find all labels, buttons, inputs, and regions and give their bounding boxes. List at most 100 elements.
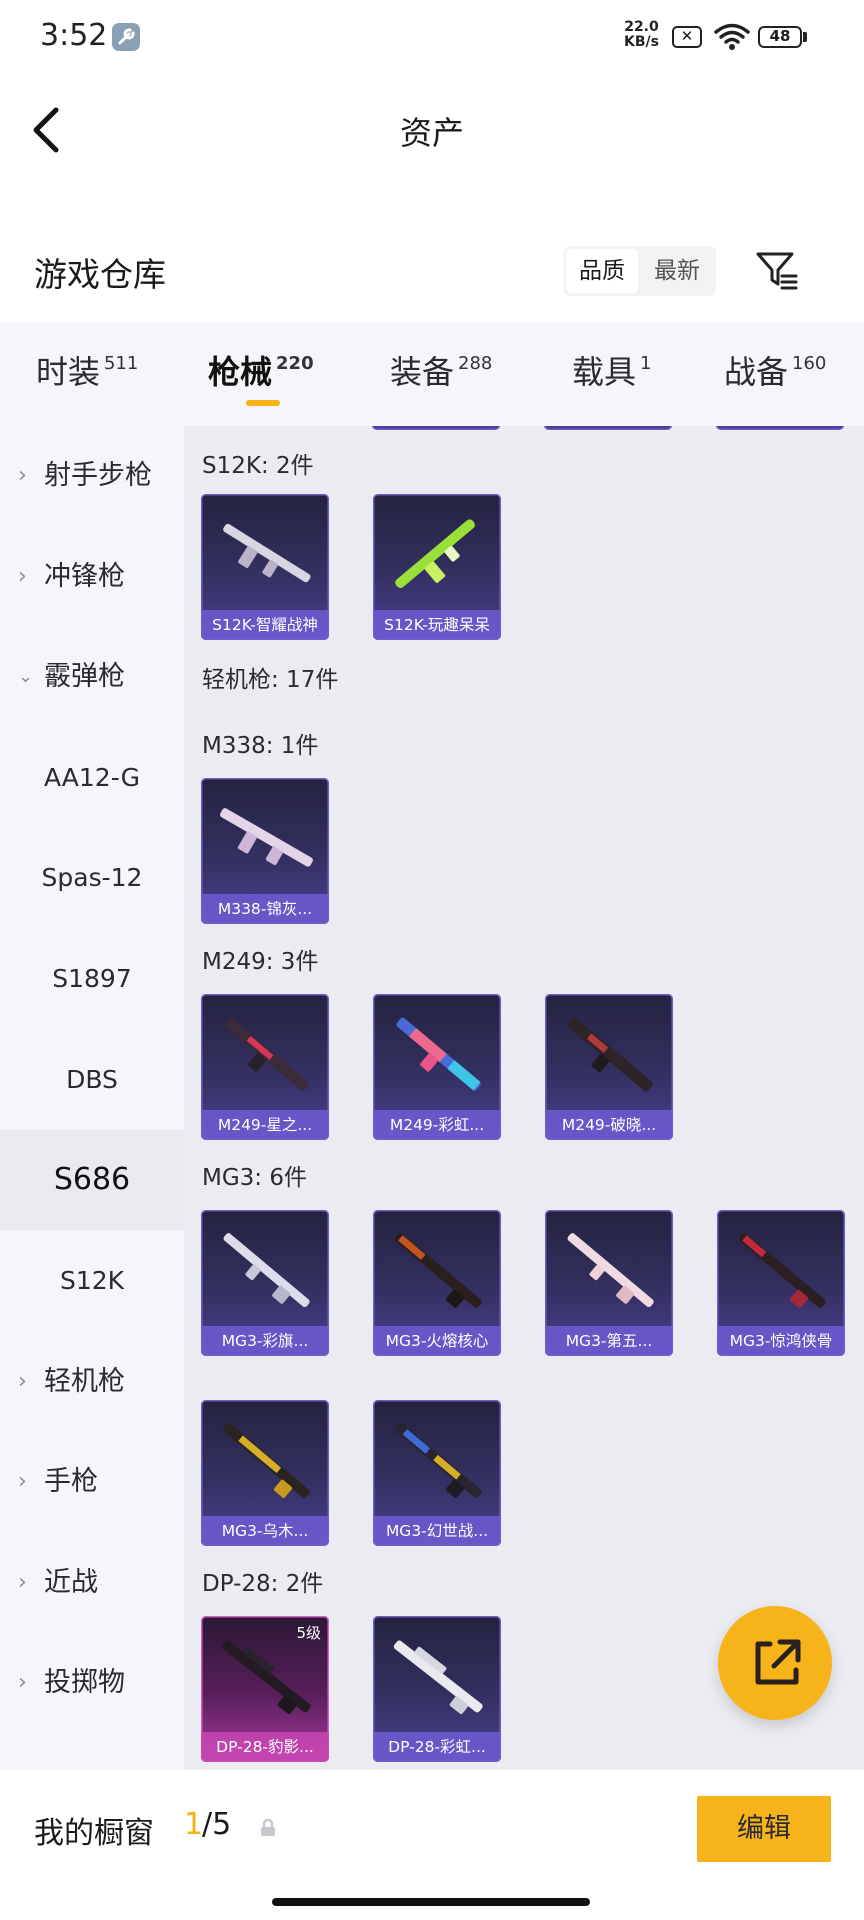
item-card[interactable]: MG3-惊鸿侠骨 [717,1210,845,1356]
tab-label: 战备 [724,353,789,391]
network-speed: 22.0 KB/s [624,20,659,50]
category-tabs: 时装 511 枪械 220 装备 288 载具 1 战备 160 [0,322,864,426]
item-card[interactable]: M338-锦灰... [201,778,329,924]
tab-equipment[interactable]: 装备 288 [390,322,492,426]
sidebar: › 射手步枪 › 冲锋枪 ⌄ 霰弹枪 AA12-G Spas-12 S1897 DBS… [0,426,184,1770]
sidebar-item-label: 射手步枪 [44,460,152,491]
sidebar-sub-s1897[interactable]: S1897 [0,929,184,1029]
sidebar-item-label: 投掷物 [44,1667,125,1698]
sidebar-item-label: 轻机枪 [44,1366,125,1397]
gun-image [396,1017,481,1091]
gun-image [223,1233,310,1308]
section-title: DP-28: 2件 [202,1571,324,1597]
item-card[interactable]: 5级 DP-28-豹影... [201,1616,329,1762]
tab-label: 枪械 [208,353,273,391]
sidebar-sub-aa12g[interactable]: AA12-G [0,728,184,828]
sidebar-item-lmg[interactable]: › 轻机枪 [0,1332,184,1432]
page-title: 资产 [399,114,464,152]
gun-image [567,1017,653,1092]
tab-supplies[interactable]: 战备 160 [724,322,826,426]
sidebar-sub-dbs[interactable]: DBS [0,1030,184,1130]
chevron-right-icon: › [18,1570,27,1595]
tab-fashion[interactable]: 时装 511 [36,322,138,426]
home-indicator[interactable] [272,1898,590,1906]
section-title: 轻机枪: 17件 [202,667,339,693]
sim-off-icon: ✕ [672,26,702,48]
section-title: S12K: 2件 [202,453,314,479]
share-button[interactable] [718,1606,832,1720]
sidebar-item-pistol[interactable]: › 手枪 [0,1432,184,1532]
item-card[interactable]: S12K-智耀战神 [201,494,329,640]
showcase-current: 1 [184,1807,204,1842]
item-card[interactable]: M249-星之... [201,994,329,1140]
sidebar-item-label: 冲锋枪 [44,561,125,592]
tab-vehicles[interactable]: 载具 1 [572,322,651,426]
share-icon [755,1639,801,1685]
gun-image [738,1233,826,1308]
status-time: 3:52 [40,18,108,53]
edit-button[interactable]: 编辑 [697,1796,831,1862]
item-name: MG3-火熔核心 [373,1326,501,1356]
sidebar-sub-s12k[interactable]: S12K [0,1231,184,1331]
sidebar-item-throwables[interactable]: › 投掷物 [0,1633,184,1733]
chevron-right-icon: › [18,1670,27,1695]
showcase-label: 我的橱窗 [34,1816,154,1851]
tab-label: 时装 [36,353,101,391]
item-card[interactable]: MG3-火熔核心 [373,1210,501,1356]
gun-image [222,1423,310,1498]
gun-image [224,1017,309,1091]
item-card[interactable]: M249-破晓... [545,994,673,1140]
gun-image [394,1233,482,1308]
item-card[interactable]: DP-28-彩虹... [373,1616,501,1762]
sidebar-sub-s686[interactable]: S686 [0,1130,184,1230]
tab-count: 288 [458,353,493,374]
net-speed-unit: KB/s [624,34,659,50]
card-stub [716,426,844,430]
card-stub [372,426,500,430]
sidebar-item-smg[interactable]: › 冲锋枪 [0,527,184,627]
gun-image [567,1233,654,1308]
tab-label: 装备 [390,353,455,391]
item-card[interactable]: M249-彩虹... [373,994,501,1140]
item-grid: S12K: 2件 S12K-智耀战神 S12K-玩趣呆呆 轻机枪: 17件 M3… [184,426,864,1770]
sidebar-item-melee[interactable]: › 近战 [0,1533,184,1633]
item-name: MG3-幻世战... [373,1516,501,1546]
section-title: M338: 1件 [202,733,319,759]
sidebar-item-label: 近战 [44,1567,98,1598]
net-speed-value: 22.0 [624,19,659,35]
gun-image [393,1640,483,1715]
status-bar: 3:52 22.0 KB/s ✕ 48 [0,0,864,76]
gun-image [394,1423,482,1498]
sidebar-item-shotgun[interactable]: ⌄ 霰弹枪 [0,627,184,727]
item-name: S12K-智耀战神 [201,610,329,640]
item-name: DP-28-豹影... [201,1732,329,1762]
battery-icon: 48 [758,26,802,48]
item-card[interactable]: MG3-幻世战... [373,1400,501,1546]
sidebar-item-marksman-rifle[interactable]: › 射手步枪 [0,426,184,526]
active-tab-indicator [246,400,280,406]
sidebar-sub-spas12[interactable]: Spas-12 [0,828,184,928]
item-level-badge: 5级 [296,1624,321,1642]
item-card[interactable]: S12K-玩趣呆呆 [373,494,501,640]
tab-guns[interactable]: 枪械 220 [208,322,314,426]
item-name: M249-彩虹... [373,1110,501,1140]
lock-icon [258,1818,278,1838]
battery-tip [803,32,807,42]
sort-newest-button[interactable]: 最新 [640,249,714,293]
tab-count: 220 [276,353,314,374]
tab-count: 160 [792,353,827,374]
sidebar-item-label: 手枪 [44,1466,98,1497]
section-title: MG3: 6件 [202,1165,307,1191]
item-name: S12K-玩趣呆呆 [373,610,501,640]
section-title: M249: 3件 [202,949,319,975]
item-card[interactable]: MG3-乌木... [201,1400,329,1546]
filter-icon[interactable] [752,246,800,294]
chevron-right-icon: › [18,463,27,488]
card-stub [544,426,672,430]
item-card[interactable]: MG3-彩旗... [201,1210,329,1356]
item-card[interactable]: MG3-第五... [545,1210,673,1356]
gun-image [395,519,475,589]
item-name: MG3-彩旗... [201,1326,329,1356]
sort-quality-button[interactable]: 品质 [566,249,638,293]
chevron-right-icon: › [18,564,27,589]
